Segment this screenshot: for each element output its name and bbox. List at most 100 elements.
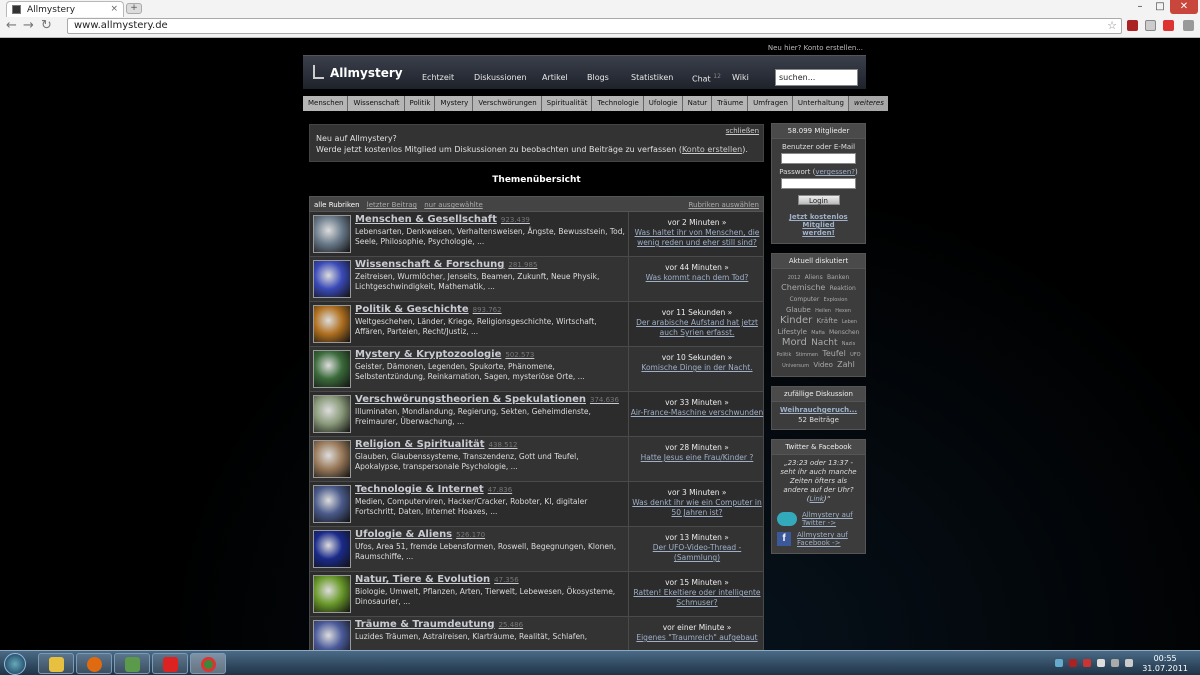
app-taskbar-button[interactable] xyxy=(152,653,188,674)
last-post-time[interactable]: vor 3 Minuten » xyxy=(629,488,765,498)
bookmark-star-icon[interactable]: ☆ xyxy=(1107,19,1117,32)
last-post-link[interactable]: Was kommt nach dem Tod? xyxy=(629,273,765,283)
last-post-time[interactable]: vor 2 Minuten » xyxy=(629,218,765,228)
nav-echtzeit[interactable]: Echtzeit xyxy=(422,73,454,82)
search-input[interactable]: suchen... xyxy=(775,69,858,86)
tab-close-icon[interactable]: × xyxy=(110,4,118,14)
last-post-link[interactable]: Air-France-Maschine verschwunden xyxy=(629,408,765,418)
forgot-password-link[interactable]: vergessen? xyxy=(815,168,855,176)
tag-link[interactable]: Teufel xyxy=(822,349,845,358)
tag-link[interactable]: Hexen xyxy=(835,308,851,314)
last-post-link[interactable]: Was haltet ihr von Menschen, die wenig r… xyxy=(629,228,765,248)
last-post-time[interactable]: vor 15 Minuten » xyxy=(629,578,765,588)
network-taskbar-button[interactable] xyxy=(114,653,150,674)
cat-unterhaltung[interactable]: Unterhaltung xyxy=(792,96,850,111)
last-post-link[interactable]: Der UFO-Video-Thread - (Sammlung) xyxy=(629,543,765,563)
cat-mystery[interactable]: Mystery xyxy=(435,96,474,111)
register-link[interactable]: Neu hier? Konto erstellen... xyxy=(768,44,863,52)
tag-link[interactable]: Reaktion xyxy=(830,285,856,292)
tag-link[interactable]: Aliens xyxy=(805,274,823,281)
tag-link[interactable]: Video xyxy=(813,361,833,369)
join-link[interactable]: Jetzt kostenlos Mitglied werden! xyxy=(787,213,850,237)
facebook-row[interactable]: f Allmystery auf Facebook -> xyxy=(772,529,865,553)
volume-tray-icon[interactable] xyxy=(1125,659,1133,667)
category-thumbnail[interactable] xyxy=(313,350,351,388)
extension-icon[interactable] xyxy=(1145,20,1156,31)
nav-chat[interactable]: Chat 12 xyxy=(692,73,721,84)
new-tab-button[interactable]: + xyxy=(126,3,142,14)
tag-link[interactable]: Glaube xyxy=(786,306,811,314)
cat-weiteres[interactable]: weiteres xyxy=(849,96,888,111)
tag-link[interactable]: Universum xyxy=(782,363,809,369)
tray-icon[interactable] xyxy=(1055,659,1063,667)
category-thumbnail[interactable] xyxy=(313,530,351,568)
last-post-link[interactable]: Eigenes "Traumreich" aufgebaut xyxy=(629,633,765,643)
chrome-taskbar-button[interactable] xyxy=(190,653,226,674)
category-title-link[interactable]: Natur, Tiere & Evolution 47.356 xyxy=(355,574,519,585)
tag-link[interactable]: Nazis xyxy=(842,341,855,347)
last-post-time[interactable]: vor einer Minute » xyxy=(629,623,765,633)
minimize-button[interactable]: – xyxy=(1130,0,1150,14)
tag-link[interactable]: Chemische xyxy=(781,283,825,292)
category-thumbnail[interactable] xyxy=(313,440,351,478)
facebook-link[interactable]: Allmystery auf Facebook -> xyxy=(797,531,860,547)
maximize-button[interactable]: □ xyxy=(1150,0,1170,14)
cat-verschwoerungen[interactable]: Verschwörungen xyxy=(473,96,542,111)
tray-icon[interactable] xyxy=(1083,659,1091,667)
forward-icon[interactable]: → xyxy=(23,19,34,33)
filter-all[interactable]: alle Rubriken xyxy=(314,201,360,209)
promo-close-link[interactable]: schließen xyxy=(726,126,759,137)
quote-link[interactable]: Link xyxy=(810,495,824,503)
tag-link[interactable]: Nacht xyxy=(811,338,837,348)
wrench-menu-icon[interactable] xyxy=(1183,20,1194,31)
last-post-time[interactable]: vor 13 Minuten » xyxy=(629,533,765,543)
close-window-button[interactable]: ✕ xyxy=(1170,0,1198,14)
browser-tab[interactable]: Allmystery × xyxy=(6,1,124,17)
tag-link[interactable]: Heilen xyxy=(815,308,831,314)
nav-statistiken[interactable]: Statistiken xyxy=(631,73,673,82)
random-discussion-link[interactable]: Weihrauchgeruch... xyxy=(772,406,865,414)
last-post-link[interactable]: Ratten! Ekeltiere oder intelligente Schm… xyxy=(629,588,765,608)
tag-link[interactable]: Mord xyxy=(782,337,807,348)
start-button[interactable] xyxy=(4,653,26,675)
back-icon[interactable]: ← xyxy=(6,19,17,33)
tag-link[interactable]: Kinder xyxy=(780,315,812,326)
category-thumbnail[interactable] xyxy=(313,485,351,523)
address-bar[interactable]: www.allmystery.de ☆ xyxy=(67,18,1122,34)
category-title-link[interactable]: Menschen & Gesellschaft 923.439 xyxy=(355,214,530,225)
cat-ufologie[interactable]: Ufologie xyxy=(643,96,683,111)
nav-artikel[interactable]: Artikel xyxy=(542,73,568,82)
login-button[interactable]: Login xyxy=(797,195,840,205)
tag-link[interactable]: 2012 xyxy=(788,275,801,281)
tag-link[interactable]: UFO xyxy=(850,352,860,358)
last-post-time[interactable]: vor 33 Minuten » xyxy=(629,398,765,408)
filter-last-post[interactable]: letzter Beitrag xyxy=(367,201,417,209)
last-post-link[interactable]: Komische Dinge in der Nacht. xyxy=(629,363,765,373)
category-thumbnail[interactable] xyxy=(313,260,351,298)
firefox-taskbar-button[interactable] xyxy=(76,653,112,674)
twitter-link[interactable]: Allmystery auf Twitter -> xyxy=(802,511,860,527)
cat-natur[interactable]: Natur xyxy=(682,96,713,111)
promo-register-link[interactable]: Konto erstellen xyxy=(682,145,742,154)
password-field[interactable] xyxy=(781,178,856,189)
last-post-time[interactable]: vor 28 Minuten » xyxy=(629,443,765,453)
tag-link[interactable]: Banken xyxy=(827,274,849,281)
cat-traeume[interactable]: Träume xyxy=(712,96,749,111)
category-thumbnail[interactable] xyxy=(313,215,351,253)
cat-menschen[interactable]: Menschen xyxy=(303,96,349,111)
username-field[interactable] xyxy=(781,153,856,164)
nav-blogs[interactable]: Blogs xyxy=(587,73,609,82)
nav-wiki[interactable]: Wiki xyxy=(732,73,749,82)
category-title-link[interactable]: Religion & Spiritualität 438.512 xyxy=(355,439,518,450)
tag-link[interactable]: Leben xyxy=(842,319,857,325)
extension-icon[interactable] xyxy=(1127,20,1138,31)
tray-icon[interactable] xyxy=(1069,659,1077,667)
filter-selected[interactable]: nur ausgewählte xyxy=(424,201,483,209)
tag-link[interactable]: Mafia xyxy=(811,330,825,336)
category-title-link[interactable]: Wissenschaft & Forschung 281.985 xyxy=(355,259,537,270)
nav-diskussionen[interactable]: Diskussionen xyxy=(474,73,527,82)
tag-link[interactable]: Menschen xyxy=(829,329,859,336)
category-thumbnail[interactable] xyxy=(313,575,351,613)
category-thumbnail[interactable] xyxy=(313,395,351,433)
category-title-link[interactable]: Politik & Geschichte 893.762 xyxy=(355,304,502,315)
